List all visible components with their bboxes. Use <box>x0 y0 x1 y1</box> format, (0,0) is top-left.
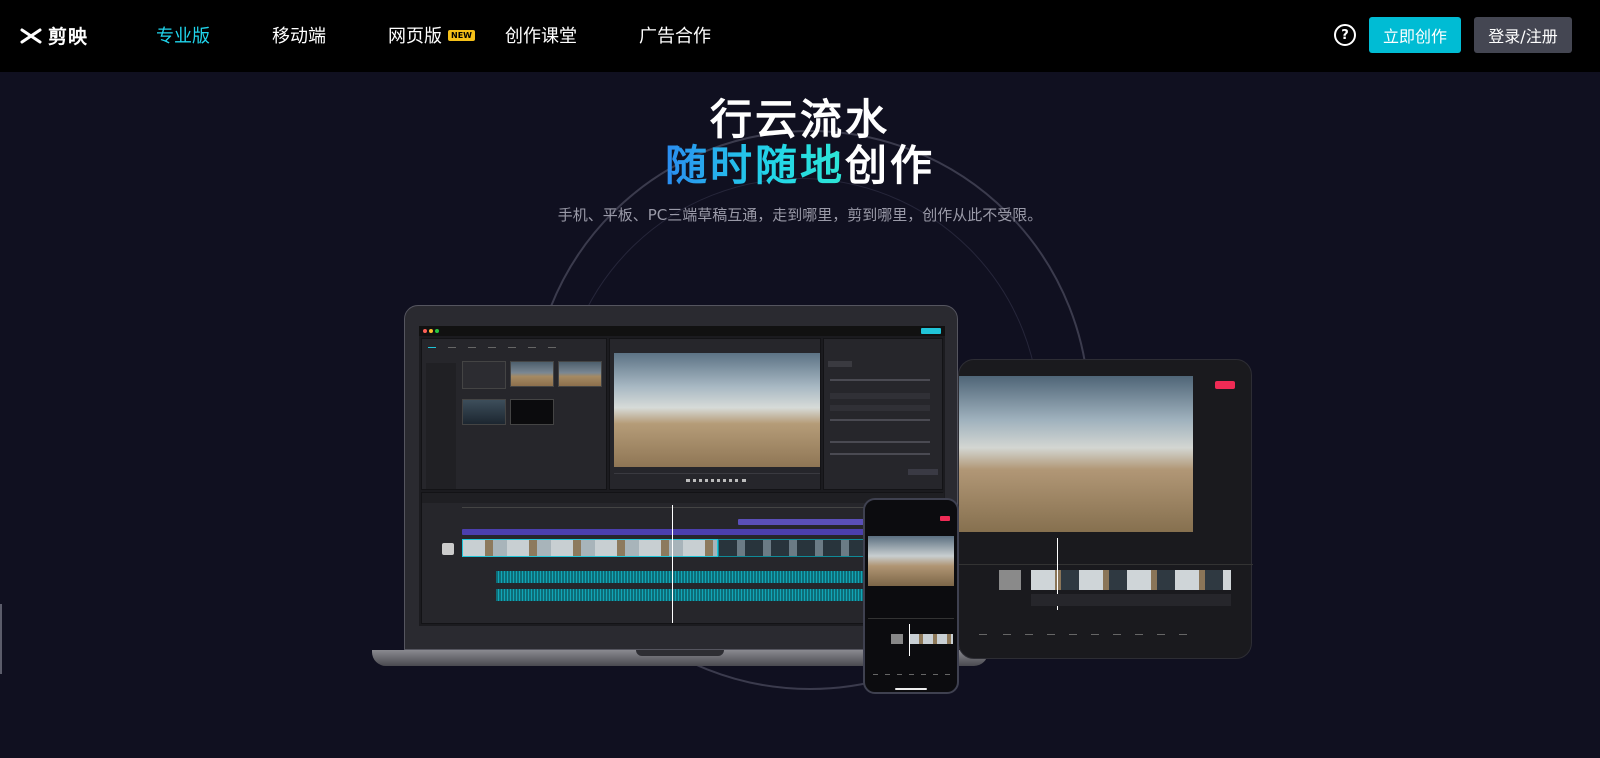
page: 剪映 专业版 移动端 网页版 NEW 创作课堂 广告合作 ? 立即创作 登录/注… <box>0 0 1600 758</box>
editor-properties-panel <box>823 338 943 490</box>
editor-preview-video <box>614 353 820 467</box>
logo-text: 剪映 <box>48 26 89 48</box>
hero-title-highlight: 随时随地 <box>664 141 845 190</box>
phone-cover-thumb <box>891 634 903 644</box>
nav-item-web[interactable]: 网页版 NEW <box>388 22 475 48</box>
phone-playhead <box>909 624 910 656</box>
editor-media-sidebar <box>426 363 456 489</box>
playback-controls-icon <box>686 479 746 483</box>
editor-player-panel <box>609 338 821 490</box>
logo[interactable]: 剪映 <box>20 22 88 49</box>
nav-item-ads[interactable]: 广告合作 <box>639 22 711 48</box>
import-media-tile <box>462 361 506 389</box>
timeline-video-clip <box>462 539 718 557</box>
scroll-indicator[interactable] <box>0 604 2 674</box>
capcut-logo-icon <box>20 25 42 47</box>
nav-item-label: 专业版 <box>156 26 210 47</box>
tiktok-media-thumbnail <box>510 399 554 425</box>
tablet-audio-track <box>1031 594 1231 606</box>
phone-device-image <box>863 498 959 694</box>
tablet-device-image <box>958 359 1253 659</box>
login-register-button[interactable]: 登录/注册 <box>1474 17 1572 53</box>
tablet-preview-video <box>959 376 1193 532</box>
cover-icon <box>442 543 454 555</box>
tablet-timeline-clip <box>1031 570 1231 590</box>
tablet-export-icon <box>1215 381 1235 389</box>
phone-preview-video <box>868 536 954 586</box>
media-thumbnail <box>462 399 506 425</box>
editor-media-panel <box>421 338 607 490</box>
new-badge: NEW <box>448 29 475 41</box>
nav-item-mobile[interactable]: 移动端 <box>272 22 326 48</box>
nav-item-label: 创作课堂 <box>505 26 577 47</box>
nav-item-label: 移动端 <box>272 26 326 47</box>
nav-item-label: 网页版 <box>388 26 442 47</box>
laptop-notch <box>636 650 724 656</box>
media-thumbnail <box>510 361 554 387</box>
nav-item-label: 广告合作 <box>639 26 711 47</box>
hero-title-rest: 创作 <box>845 141 936 190</box>
tablet-cover-thumb <box>999 570 1021 590</box>
phone-timeline-clip <box>909 634 953 644</box>
phone-export-icon <box>940 516 950 521</box>
media-thumbnail <box>558 361 602 387</box>
nav-item-courses[interactable]: 创作课堂 <box>505 22 577 48</box>
top-navbar: 剪映 专业版 移动端 网页版 NEW 创作课堂 广告合作 ? 立即创作 登录/注… <box>0 0 1600 72</box>
timeline-playhead <box>672 505 673 623</box>
hero-subtitle: 手机、平板、PC三端草稿互通，走到哪里，剪到哪里，创作从此不受限。 <box>557 206 1043 224</box>
help-icon[interactable]: ? <box>1334 24 1356 46</box>
phone-home-indicator <box>895 688 927 690</box>
editor-export-icon <box>921 328 941 334</box>
nav-item-pro[interactable]: 专业版 <box>156 22 210 48</box>
create-now-button[interactable]: 立即创作 <box>1369 17 1461 53</box>
editor-titlebar <box>419 326 945 336</box>
hero-title-line2: 随时随地创作 <box>0 132 1600 193</box>
